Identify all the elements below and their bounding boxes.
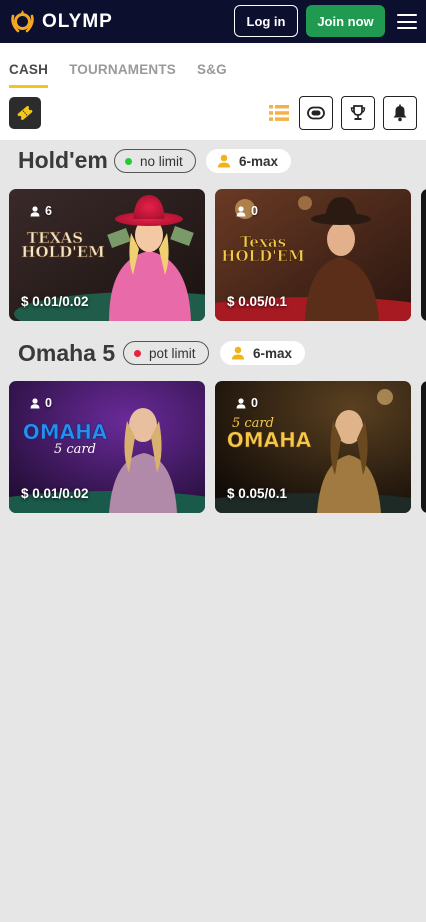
tournaments-filter-button[interactable] [341, 96, 375, 130]
list-view-icon [269, 105, 289, 121]
table-size-label: 6-max [239, 153, 279, 169]
notifications-button[interactable] [383, 96, 417, 130]
user-icon [218, 154, 230, 168]
list-view-toggle[interactable] [269, 104, 289, 122]
limit-badge: no limit [114, 149, 196, 173]
table-card[interactable]: Texas HOLD'EM 0 $ 0.05/0.1 [215, 189, 411, 321]
svg-text:OMAHA: OMAHA [23, 420, 108, 444]
section-title-omaha: Omaha 5 [18, 340, 116, 366]
trophy-icon [350, 105, 366, 120]
limit-label: pot limit [149, 345, 196, 361]
stakes-label: $ 0.01/0.02 [21, 486, 89, 501]
limit-label: no limit [140, 153, 183, 169]
table-card-peek[interactable] [421, 381, 426, 513]
svg-text:5 card: 5 card [54, 442, 96, 457]
user-icon [30, 397, 40, 408]
svg-text:HOLD'EM: HOLD'EM [221, 247, 304, 265]
table-card[interactable]: 5 card OMAHA 0 $ 0.05/0.1 [215, 381, 411, 513]
table-size-badge: 6-max [206, 149, 292, 173]
status-dot [134, 349, 141, 357]
login-button[interactable]: Log in [234, 5, 298, 37]
user-icon [30, 205, 40, 216]
user-icon [236, 397, 246, 408]
user-icon [236, 205, 246, 216]
top-bar: OLYMP Log in Join now [0, 0, 426, 43]
player-count: 6 [30, 204, 52, 218]
brand-name: OLYMP [42, 10, 113, 32]
stakes-label: $ 0.05/0.1 [227, 486, 288, 501]
tab-sng[interactable]: S&G [197, 62, 227, 88]
player-count: 0 [236, 204, 258, 218]
player-count: 0 [236, 396, 258, 410]
bell-icon [393, 104, 407, 122]
section-title-holdem: Hold'em [18, 147, 108, 173]
table-card[interactable]: TEXAS HOLD'EM 6 $ 0.01/0.02 [9, 189, 205, 321]
lobby-header: CASH TOURNAMENTS S&G [0, 43, 426, 140]
stakes-label: $ 0.01/0.02 [21, 294, 89, 309]
brand-logo[interactable]: OLYMP [9, 8, 113, 35]
chip-icon [307, 106, 325, 120]
status-dot [125, 157, 132, 165]
game-type-tabs: CASH TOURNAMENTS S&G [9, 62, 248, 88]
svg-text:HOLD'EM: HOLD'EM [21, 243, 104, 261]
table-size-badge: 6-max [220, 341, 306, 365]
user-icon [232, 346, 244, 360]
tickets-button[interactable] [9, 97, 41, 129]
player-count: 0 [30, 396, 52, 410]
table-card[interactable]: OMAHA 5 card 0 $ 0.01/0.02 [9, 381, 205, 513]
tab-cash[interactable]: CASH [9, 62, 49, 88]
limit-badge: pot limit [123, 341, 209, 365]
join-now-button[interactable]: Join now [306, 5, 385, 37]
tab-tournaments[interactable]: TOURNAMENTS [69, 62, 176, 88]
ticket-icon [17, 106, 33, 120]
menu-icon[interactable] [397, 14, 417, 29]
cash-filter-button[interactable] [299, 96, 333, 130]
table-size-label: 6-max [253, 345, 293, 361]
laurel-icon [11, 10, 34, 33]
svg-text:OMAHA: OMAHA [227, 428, 312, 452]
stakes-label: $ 0.05/0.1 [227, 294, 288, 309]
table-card-peek[interactable] [421, 189, 426, 321]
